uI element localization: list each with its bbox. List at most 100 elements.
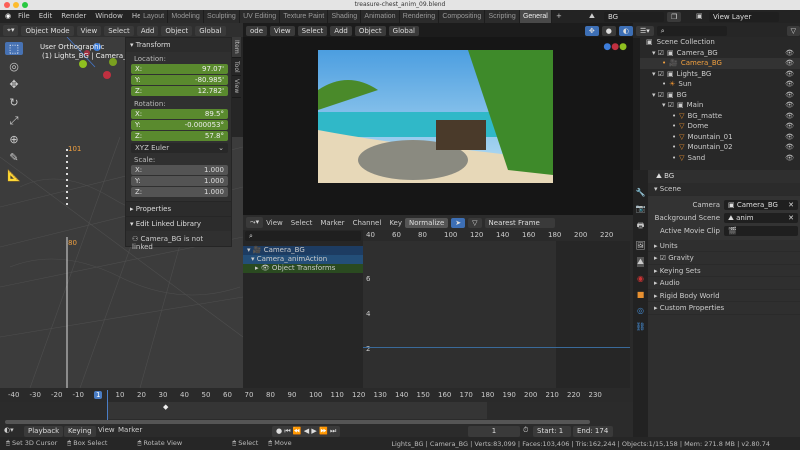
scene-tab-icon[interactable]: ⛰ [637, 257, 644, 267]
graph-menu-channel[interactable]: Channel [353, 219, 382, 227]
view-layer-tab-icon[interactable]: 🖼 [635, 241, 645, 250]
graph-menu-select[interactable]: Select [291, 219, 313, 227]
playback-controls[interactable]: ● ⏮ ⏪ ◀ ▶ ⏩ ⏭ [272, 426, 341, 437]
rotate-tool-icon[interactable]: ↻ [5, 96, 23, 109]
select-menu[interactable]: Select [297, 25, 328, 36]
object-menu[interactable]: Object [161, 25, 193, 36]
maximize-window-button[interactable] [22, 2, 28, 8]
menu-render[interactable]: Render [61, 10, 86, 23]
view-layer-field[interactable]: View Layer [709, 11, 779, 22]
shading-material-button[interactable]: ◐ [618, 25, 633, 36]
mode-dropdown[interactable]: ode [246, 25, 268, 36]
tab-modeling[interactable]: Modeling [168, 10, 204, 23]
add-workspace-button[interactable]: + [556, 10, 562, 23]
panel-gravity[interactable]: ▸ ☑ Gravity [648, 252, 800, 265]
outliner-search[interactable]: ⌕ [656, 25, 727, 36]
tab-general[interactable]: General [519, 10, 552, 23]
tab-compositing[interactable]: Compositing [439, 10, 486, 23]
playback-menu[interactable]: Playback [24, 426, 64, 437]
transform-tool-icon[interactable]: ⊕ [5, 133, 23, 146]
expand-icon[interactable]: • [672, 153, 676, 164]
expand-icon[interactable]: • [672, 142, 676, 153]
visibility-eye-icon[interactable]: 👁 [785, 100, 794, 111]
menu-window[interactable]: Window [95, 10, 123, 23]
outliner-row[interactable]: • ▽ Mountain_02 👁 [640, 142, 800, 153]
channel-group[interactable]: ▸ 👁 Object Transforms [243, 264, 363, 273]
new-scene-button[interactable]: ❐ [667, 11, 682, 22]
visibility-eye-icon[interactable]: 👁 [785, 48, 794, 59]
expand-icon[interactable]: • [672, 121, 676, 132]
visibility-eye-icon[interactable]: 👁 [785, 111, 794, 122]
view-menu[interactable]: View [98, 426, 115, 435]
tool-tab-icon[interactable]: 🔧 [636, 188, 646, 197]
outliner-row[interactable]: • ▽ Dome 👁 [640, 121, 800, 132]
expand-icon[interactable]: • [672, 132, 676, 143]
panel-custom-properties[interactable]: ▸ Custom Properties [648, 302, 800, 315]
graph-area[interactable]: 40 60 80 100 120 140 160 180 200 220 6 4 2 [363, 230, 630, 388]
camera-field[interactable]: ▣ Camera_BG ✕ [724, 199, 798, 210]
expand-icon[interactable]: ▾ ☑ [662, 100, 674, 111]
tab-shading[interactable]: Shading [328, 10, 362, 23]
timeline-ruler[interactable]: -40 -30 -20 -10 1 10 20 30 40 50 60 70 80 90 100 110 120… [0, 388, 633, 402]
visibility-eye-icon[interactable]: 👁 [785, 69, 794, 80]
tab-item[interactable]: Item [232, 37, 241, 58]
tab-view[interactable]: View [232, 76, 241, 98]
timeline-scrollbar[interactable] [5, 420, 590, 424]
only-selected-toggle[interactable]: ➤ [451, 217, 466, 228]
orientation-dropdown[interactable]: Global [388, 25, 419, 36]
tab-rendering[interactable]: Rendering [399, 10, 440, 23]
rot-x-field[interactable]: X: 89.5° [131, 109, 228, 119]
visibility-eye-icon[interactable]: 👁 [785, 79, 794, 90]
loc-y-field[interactable]: Y: -80.985' [131, 75, 228, 85]
navigation-gizmo[interactable]: ●●● [603, 42, 627, 52]
visibility-eye-icon[interactable]: 👁 [785, 121, 794, 132]
annotate-tool-icon[interactable]: ✎ [5, 151, 23, 164]
channel-object[interactable]: ▾ 🎥 Camera_BG [243, 246, 363, 255]
filter-button[interactable]: ▽ [786, 25, 800, 36]
close-window-button[interactable] [4, 2, 10, 8]
render-tab-icon[interactable]: 📷 [636, 204, 646, 213]
background-scene-field[interactable]: ⛰ anim ✕ [724, 212, 798, 223]
view-menu[interactable]: View [270, 25, 295, 36]
add-menu[interactable]: Add [330, 25, 352, 36]
select-box-tool-icon[interactable]: ⬚ [5, 42, 23, 55]
panel-audio[interactable]: ▸ Audio [648, 277, 800, 290]
add-menu[interactable]: Add [136, 25, 159, 36]
panel-rigid-body-world[interactable]: ▸ Rigid Body World [648, 290, 800, 302]
shading-solid-button[interactable]: ● [601, 25, 616, 36]
expand-icon[interactable]: ▾ ☑ [652, 69, 664, 80]
outliner-row[interactable]: • ▽ BG_matte 👁 [640, 111, 800, 122]
outliner-row[interactable]: • 🎥 Camera_BG 👁 [640, 58, 800, 69]
minimize-window-button[interactable] [13, 2, 19, 8]
blender-logo-icon[interactable]: ◉ [5, 10, 11, 23]
graph-menu-marker[interactable]: Marker [320, 219, 344, 227]
visibility-eye-icon[interactable]: 👁 [785, 142, 794, 153]
transform-panel-header[interactable]: ▾ Transform [126, 38, 231, 52]
edit-linked-library-header[interactable]: ▾ Edit Linked Library [126, 216, 231, 231]
world-tab-icon[interactable]: ◉ [637, 274, 644, 283]
keying-menu[interactable]: Keying [64, 426, 96, 437]
outliner-row[interactable]: ▾ ☑ ▣ Camera_BG 👁 [640, 48, 800, 59]
current-frame-field[interactable]: 1 [468, 426, 520, 437]
tab-tool[interactable]: Tool [232, 58, 241, 77]
expand-icon[interactable]: ▾ ☑ [652, 90, 664, 101]
panel-units[interactable]: ▸ Units [648, 240, 800, 252]
measure-tool-icon[interactable]: 📐 [5, 169, 23, 182]
rot-z-field[interactable]: Z: 57.8° [131, 131, 228, 141]
properties-panel-header[interactable]: ▸ Properties [126, 201, 231, 216]
gizmo-toggle[interactable]: ✥ [584, 25, 599, 36]
scene-name-field[interactable]: BG [604, 11, 664, 22]
select-menu[interactable]: Select [104, 25, 134, 36]
snap-dropdown[interactable]: Nearest Frame [484, 217, 555, 228]
visibility-eye-icon[interactable]: 👁 [785, 58, 794, 69]
editor-type-button[interactable]: ⌖▾ [3, 25, 19, 36]
playhead[interactable] [107, 390, 108, 420]
scene-panel-header[interactable]: ▾ Scene [648, 183, 800, 196]
visibility-eye-icon[interactable]: 👁 [785, 90, 794, 101]
physics-tab-icon[interactable]: ◎ [637, 306, 644, 315]
scl-z-field[interactable]: Z: 1.000 [131, 187, 228, 197]
display-mode-button[interactable]: ☰▾ [636, 25, 654, 36]
channel-search[interactable]: ⌕ [245, 231, 361, 241]
cursor-tool-icon[interactable]: ◎ [5, 60, 23, 73]
keyframe[interactable]: ◆ [163, 403, 168, 411]
